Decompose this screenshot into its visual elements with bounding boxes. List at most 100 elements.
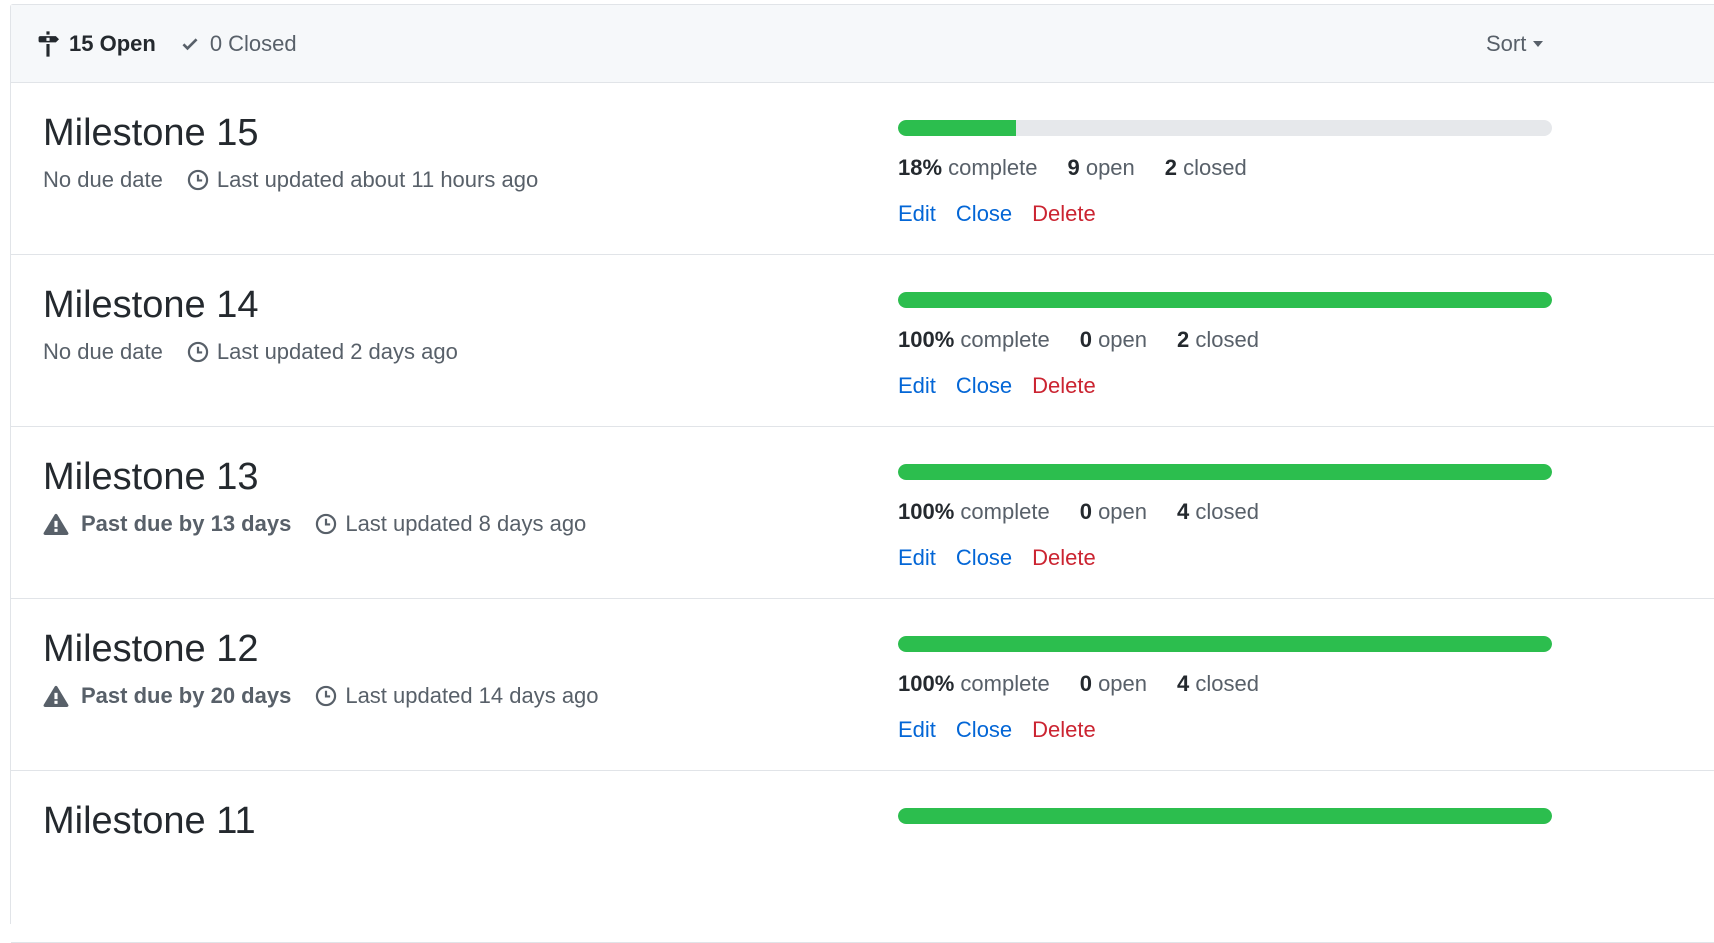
sort-dropdown[interactable]: Sort xyxy=(1486,5,1544,83)
state-filters: 15 Open 0 Closed xyxy=(37,31,297,57)
closed-count: 2 xyxy=(1177,327,1190,352)
due-date-text: Past due by 20 days xyxy=(81,683,292,708)
complete-word: complete xyxy=(960,327,1050,352)
milestone-actions: Edit Close Delete xyxy=(898,717,1116,743)
open-milestones-link[interactable]: 15 Open xyxy=(37,31,156,57)
open-word: open xyxy=(1098,499,1148,524)
milestones-header: 15 Open 0 Closed Sort xyxy=(11,5,1714,83)
edit-link[interactable]: Edit xyxy=(898,201,936,227)
open-count: 9 xyxy=(1067,155,1080,180)
delete-link[interactable]: Delete xyxy=(1032,717,1096,743)
progress-fill xyxy=(898,808,1552,824)
open-count-label: 15 Open xyxy=(69,30,156,56)
clock-icon xyxy=(315,513,337,535)
progress-fill xyxy=(898,120,1016,136)
close-link[interactable]: Close xyxy=(956,201,1012,227)
progress-bar xyxy=(898,120,1552,136)
milestone-row: Milestone 12 Past due by 20 days Last up… xyxy=(11,599,1714,771)
open-issues: 9 open xyxy=(1067,155,1134,181)
close-link[interactable]: Close xyxy=(956,373,1012,399)
open-count: 0 xyxy=(1079,499,1092,524)
progress-bar xyxy=(898,808,1552,824)
percent-complete: 100% complete xyxy=(898,671,1050,697)
milestone-title[interactable]: Milestone 11 xyxy=(43,800,256,843)
milestone-meta: No due date Last updated about 11 hours … xyxy=(43,167,538,193)
due-date: Past due by 13 days xyxy=(43,511,291,537)
milestone-meta: Past due by 13 days Last updated 8 days … xyxy=(43,511,586,537)
milestone-stats: 100% complete 0 open 4 closed xyxy=(898,671,1289,697)
milestone-row: Milestone 15 No due date Last updated ab… xyxy=(11,83,1714,255)
closed-word: closed xyxy=(1195,327,1259,352)
milestone-stats: 18% complete 9 open 2 closed xyxy=(898,155,1277,181)
edit-link[interactable]: Edit xyxy=(898,373,936,399)
last-updated-text: Last updated about 11 hours ago xyxy=(216,167,539,192)
closed-count: 4 xyxy=(1177,499,1190,524)
delete-link[interactable]: Delete xyxy=(1032,545,1096,571)
clock-icon xyxy=(315,685,337,707)
due-date-text: No due date xyxy=(43,339,163,364)
milestone-title[interactable]: Milestone 15 xyxy=(43,112,258,155)
open-issues: 0 open xyxy=(1080,671,1147,697)
last-updated-text: Last updated 14 days ago xyxy=(345,683,599,708)
clock-icon xyxy=(187,169,209,191)
due-date-text: No due date xyxy=(43,167,163,192)
progress-fill xyxy=(898,636,1552,652)
closed-word: closed xyxy=(1183,155,1247,180)
progress-bar xyxy=(898,464,1552,480)
open-count: 0 xyxy=(1079,327,1092,352)
milestone-actions: Edit Close Delete xyxy=(898,545,1116,571)
progress-fill xyxy=(898,464,1552,480)
milestones-box: 15 Open 0 Closed Sort Milestone 15 No du… xyxy=(10,4,1714,943)
percent-complete: 18% complete xyxy=(898,155,1037,181)
milestone-list: Milestone 15 No due date Last updated ab… xyxy=(11,83,1714,943)
closed-milestones-link[interactable]: 0 Closed xyxy=(180,31,297,57)
closed-word: closed xyxy=(1195,499,1259,524)
due-date: No due date xyxy=(43,339,163,365)
complete-word: complete xyxy=(960,671,1050,696)
close-link[interactable]: Close xyxy=(956,545,1012,571)
milestone-title[interactable]: Milestone 13 xyxy=(43,456,258,499)
closed-issues: 2 closed xyxy=(1165,155,1247,181)
milestone-meta: No due date Last updated 2 days ago xyxy=(43,339,458,365)
last-updated-text: Last updated 8 days ago xyxy=(345,511,587,536)
last-updated: Last updated 8 days ago xyxy=(315,511,586,537)
milestone-row: Milestone 14 No due date Last updated 2 … xyxy=(11,255,1714,427)
due-date: No due date xyxy=(43,167,163,193)
last-updated-text: Last updated 2 days ago xyxy=(216,339,458,364)
last-updated: Last updated 14 days ago xyxy=(315,683,599,709)
due-date: Past due by 20 days xyxy=(43,683,291,709)
closed-issues: 4 closed xyxy=(1177,499,1259,525)
milestone-stats: 100% complete 0 open 2 closed xyxy=(898,327,1289,353)
open-issues: 0 open xyxy=(1080,327,1147,353)
delete-link[interactable]: Delete xyxy=(1032,373,1096,399)
closed-issues: 4 closed xyxy=(1177,671,1259,697)
close-link[interactable]: Close xyxy=(956,717,1012,743)
percent-value: 100% xyxy=(898,499,955,524)
milestone-row: Milestone 13 Past due by 13 days Last up… xyxy=(11,427,1714,599)
milestone-title[interactable]: Milestone 12 xyxy=(43,628,258,671)
edit-link[interactable]: Edit xyxy=(898,545,936,571)
percent-value: 18% xyxy=(898,155,943,180)
alert-icon xyxy=(43,685,69,707)
progress-fill xyxy=(898,292,1552,308)
closed-word: closed xyxy=(1195,671,1259,696)
milestone-stats: 100% complete 0 open 4 closed xyxy=(898,499,1289,525)
complete-word: complete xyxy=(948,155,1038,180)
milestone-row: Milestone 11 xyxy=(11,771,1714,943)
closed-count-label: 0 Closed xyxy=(209,30,297,56)
milestone-actions: Edit Close Delete xyxy=(898,373,1116,399)
due-date-text: Past due by 13 days xyxy=(81,511,292,536)
alert-icon xyxy=(43,513,69,535)
progress-bar xyxy=(898,292,1552,308)
percent-value: 100% xyxy=(898,671,955,696)
edit-link[interactable]: Edit xyxy=(898,717,936,743)
percent-complete: 100% complete xyxy=(898,327,1050,353)
milestone-meta: Past due by 20 days Last updated 14 days… xyxy=(43,683,599,709)
milestone-title[interactable]: Milestone 14 xyxy=(43,284,258,327)
clock-icon xyxy=(187,341,209,363)
delete-link[interactable]: Delete xyxy=(1032,201,1096,227)
closed-count: 2 xyxy=(1164,155,1178,180)
last-updated: Last updated about 11 hours ago xyxy=(187,167,538,193)
open-word: open xyxy=(1085,155,1135,180)
milestone-actions: Edit Close Delete xyxy=(898,201,1116,227)
